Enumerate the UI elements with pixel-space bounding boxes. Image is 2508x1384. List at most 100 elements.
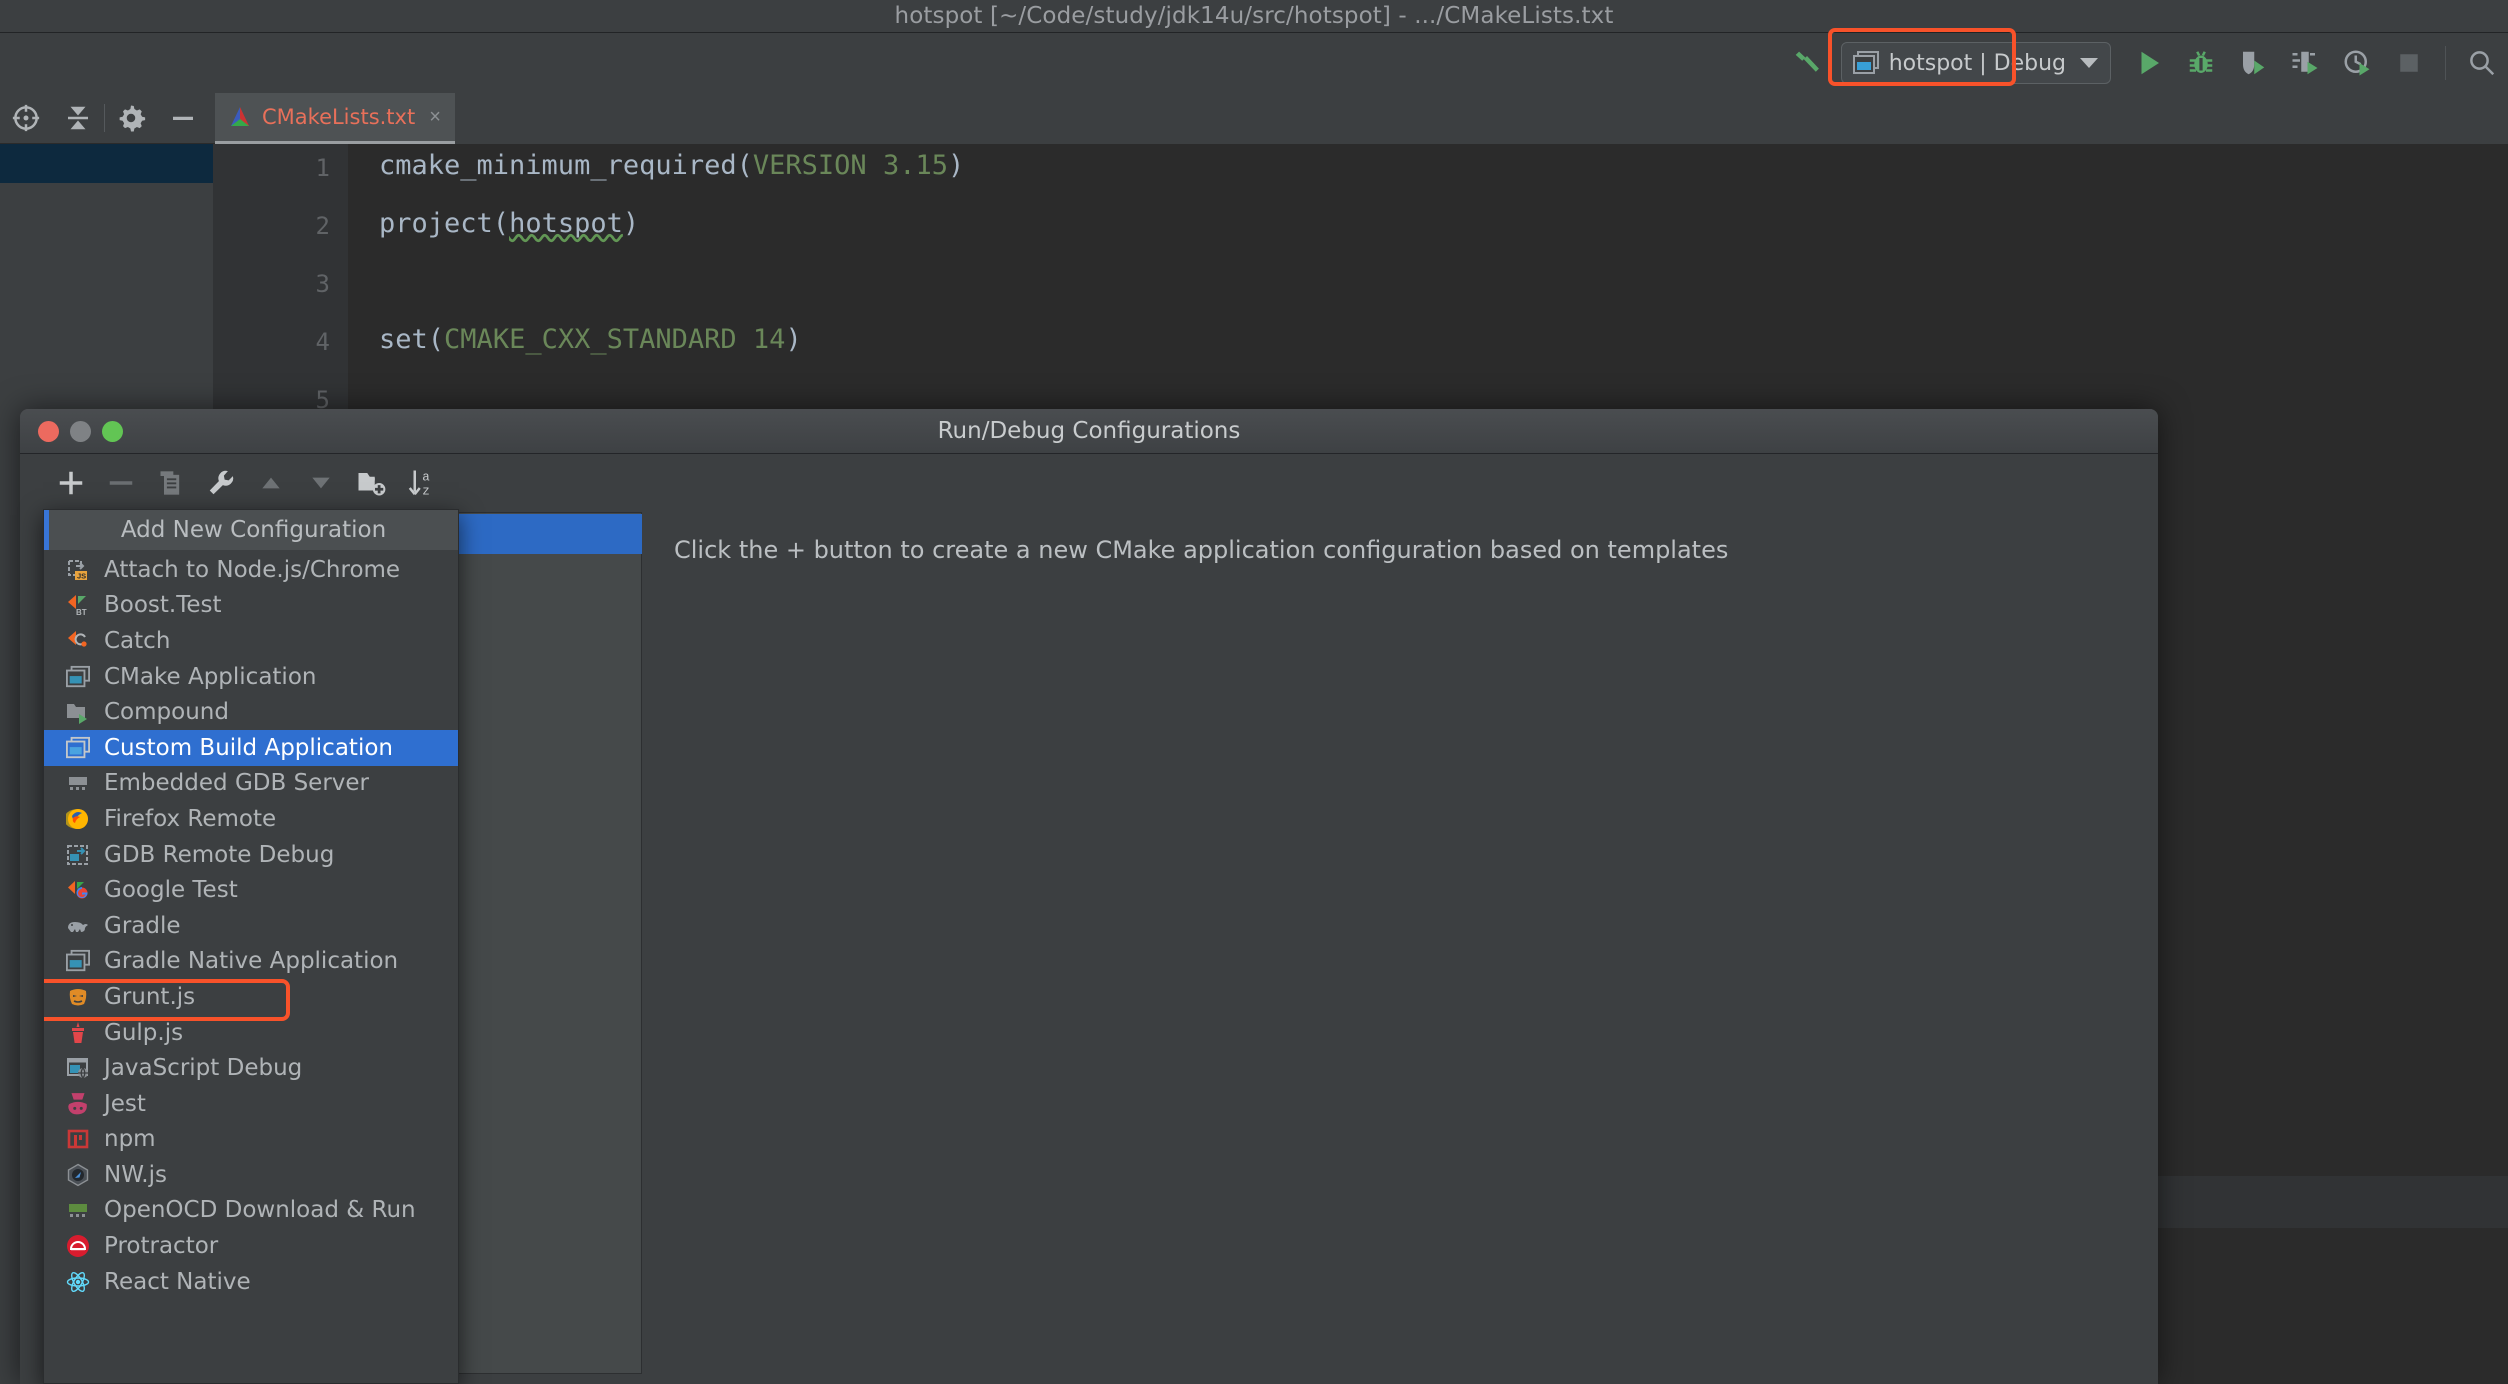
gradle-native-icon (65, 948, 91, 974)
react-native-icon (65, 1269, 91, 1295)
list-item-label: GDB Remote Debug (104, 841, 335, 868)
list-item-label: Embedded GDB Server (104, 770, 369, 797)
list-item-label: Grunt.js (104, 983, 196, 1010)
list-item-label: Gradle (104, 912, 181, 939)
list-item-javascript-debug[interactable]: JavaScript Debug (44, 1050, 458, 1086)
list-item-label: Google Test (104, 877, 238, 904)
list-item-openocd-download-and-run[interactable]: OpenOCD Download & Run (44, 1193, 458, 1229)
configuration-type-list[interactable]: JS Attach to Node.js/Chrome BT Boost.Tes… (44, 550, 458, 1299)
run-actions-group (2123, 40, 2508, 86)
tab-title: CMakeLists.txt (262, 105, 416, 129)
list-item-label: Attach to Node.js/Chrome (104, 556, 401, 583)
traffic-lights (38, 421, 123, 442)
search-icon[interactable] (2456, 40, 2508, 86)
crosshair-icon[interactable] (0, 93, 52, 143)
cmake-application-icon (1852, 51, 1879, 75)
stop-square-icon[interactable] (2383, 40, 2435, 86)
detail-hint-label: Click the + button to create a new CMake… (674, 536, 1729, 564)
custom-build-application-icon (65, 735, 91, 761)
list-item-npm[interactable]: npm (44, 1122, 458, 1158)
svg-text:a: a (422, 471, 430, 485)
dialog-title: Run/Debug Configurations (937, 418, 1241, 444)
line-number: 1 (315, 154, 330, 182)
list-item-gulp-js[interactable]: Gulp.js (44, 1015, 458, 1051)
list-item-label: NW.js (104, 1161, 167, 1188)
list-item-cmake-application[interactable]: CMake Application (44, 659, 458, 695)
code-line-4: set(CMAKE_CXX_STANDARD 14) (379, 324, 802, 355)
list-item-google-test[interactable]: Google Test (44, 872, 458, 908)
list-item-embedded-gdb-server[interactable]: Embedded GDB Server (44, 766, 458, 802)
list-item-boost-test[interactable]: BT Boost.Test (44, 588, 458, 624)
list-item-compound[interactable]: Compound (44, 694, 458, 730)
hammer-icon[interactable] (1783, 40, 1835, 86)
list-item-gradle-native-application[interactable]: Gradle Native Application (44, 944, 458, 980)
list-item-label: Compound (104, 699, 229, 726)
list-item-label: Gradle Native Application (104, 948, 399, 975)
popup-header: Add New Configuration (44, 510, 458, 550)
new-folder-icon[interactable] (346, 460, 396, 506)
run-configuration-selector-wrap: hotspot | Debug (1827, 28, 2111, 86)
chevron-down-icon[interactable] (2080, 58, 2098, 68)
list-item-gradle[interactable]: Gradle (44, 908, 458, 944)
list-item-nw-js[interactable]: NW.js (44, 1157, 458, 1193)
list-item-attach-to-nodejs-chrome[interactable]: JS Attach to Node.js/Chrome (44, 552, 458, 588)
embedded-chip-icon (65, 770, 91, 796)
list-item-firefox-remote[interactable]: Firefox Remote (44, 801, 458, 837)
editor-tabbar: CMakeLists.txt × (215, 93, 2508, 144)
list-item-label: npm (104, 1126, 156, 1153)
configuration-detail-panel: Click the + button to create a new CMake… (642, 512, 2158, 1374)
shield-run-icon[interactable] (2227, 40, 2279, 86)
run-configuration-selector[interactable]: hotspot | Debug (1840, 42, 2111, 84)
clock-run-icon[interactable] (2331, 40, 2383, 86)
popup-header-label: Add New Configuration (120, 517, 387, 543)
cmake-application-icon (65, 664, 91, 690)
google-test-icon (65, 877, 91, 903)
close-button[interactable] (38, 421, 59, 442)
dialog-toolbar: a z (20, 454, 2158, 512)
svg-text:z: z (422, 484, 430, 498)
boost-test-icon: BT (65, 592, 91, 618)
list-item-label: JavaScript Debug (104, 1055, 303, 1082)
project-selected-row[interactable] (0, 144, 213, 183)
tab-cmakelists[interactable]: CMakeLists.txt × (215, 93, 455, 144)
compound-folder-icon (65, 699, 91, 725)
openocd-chip-icon (65, 1197, 91, 1223)
close-icon[interactable]: × (429, 106, 441, 129)
list-item-label: React Native (104, 1268, 251, 1295)
list-item-label: Protractor (104, 1233, 219, 1260)
minus-icon (96, 460, 146, 506)
bug-icon[interactable] (2175, 40, 2227, 86)
detail-hint-text: Click the + button to create a new CMake… (674, 536, 1728, 564)
run-configuration-label: hotspot | Debug (1888, 50, 2066, 76)
list-item-grunt-js[interactable]: Grunt.js (44, 979, 458, 1015)
line-number: 3 (315, 270, 330, 298)
zoom-button[interactable] (102, 421, 123, 442)
ide-main-toolbar: hotspot | Debug (0, 28, 2508, 93)
dialog-titlebar: Run/Debug Configurations (20, 409, 2158, 454)
grunt-icon (65, 984, 91, 1010)
ide-window-titlebar: hotspot [~/Code/study/jdk14u/src/hotspot… (0, 0, 2508, 33)
list-item-protractor[interactable]: Protractor (44, 1228, 458, 1264)
list-item-catch[interactable]: Catch (44, 623, 458, 659)
play-icon[interactable] (2123, 40, 2175, 86)
collapse-arrows-icon[interactable] (52, 93, 104, 143)
plus-icon[interactable] (46, 460, 96, 506)
add-new-configuration-popup[interactable]: Add New Configuration JS Attach to Node.… (43, 509, 459, 1384)
svg-text:BT: BT (76, 608, 87, 617)
list-item-label: Jest (104, 1090, 146, 1117)
wrench-icon[interactable] (196, 460, 246, 506)
list-item-label: Catch (104, 627, 171, 654)
sort-az-icon[interactable]: a z (396, 460, 446, 506)
list-item-jest[interactable]: Jest (44, 1086, 458, 1122)
profiler-run-icon[interactable] (2279, 40, 2331, 86)
code-line-2: project(hotspot) (379, 208, 640, 239)
gear-icon[interactable] (105, 93, 157, 143)
list-item-gdb-remote-debug[interactable]: GDB Remote Debug (44, 837, 458, 873)
list-item-react-native[interactable]: React Native (44, 1264, 458, 1300)
list-item-custom-build-application[interactable]: Custom Build Application (44, 729, 458, 766)
minimize-button[interactable] (70, 421, 91, 442)
list-item-label: Custom Build Application (104, 734, 393, 761)
minus-icon[interactable] (157, 93, 209, 143)
line-number: 2 (315, 212, 330, 240)
toolbar-divider (2445, 46, 2446, 80)
